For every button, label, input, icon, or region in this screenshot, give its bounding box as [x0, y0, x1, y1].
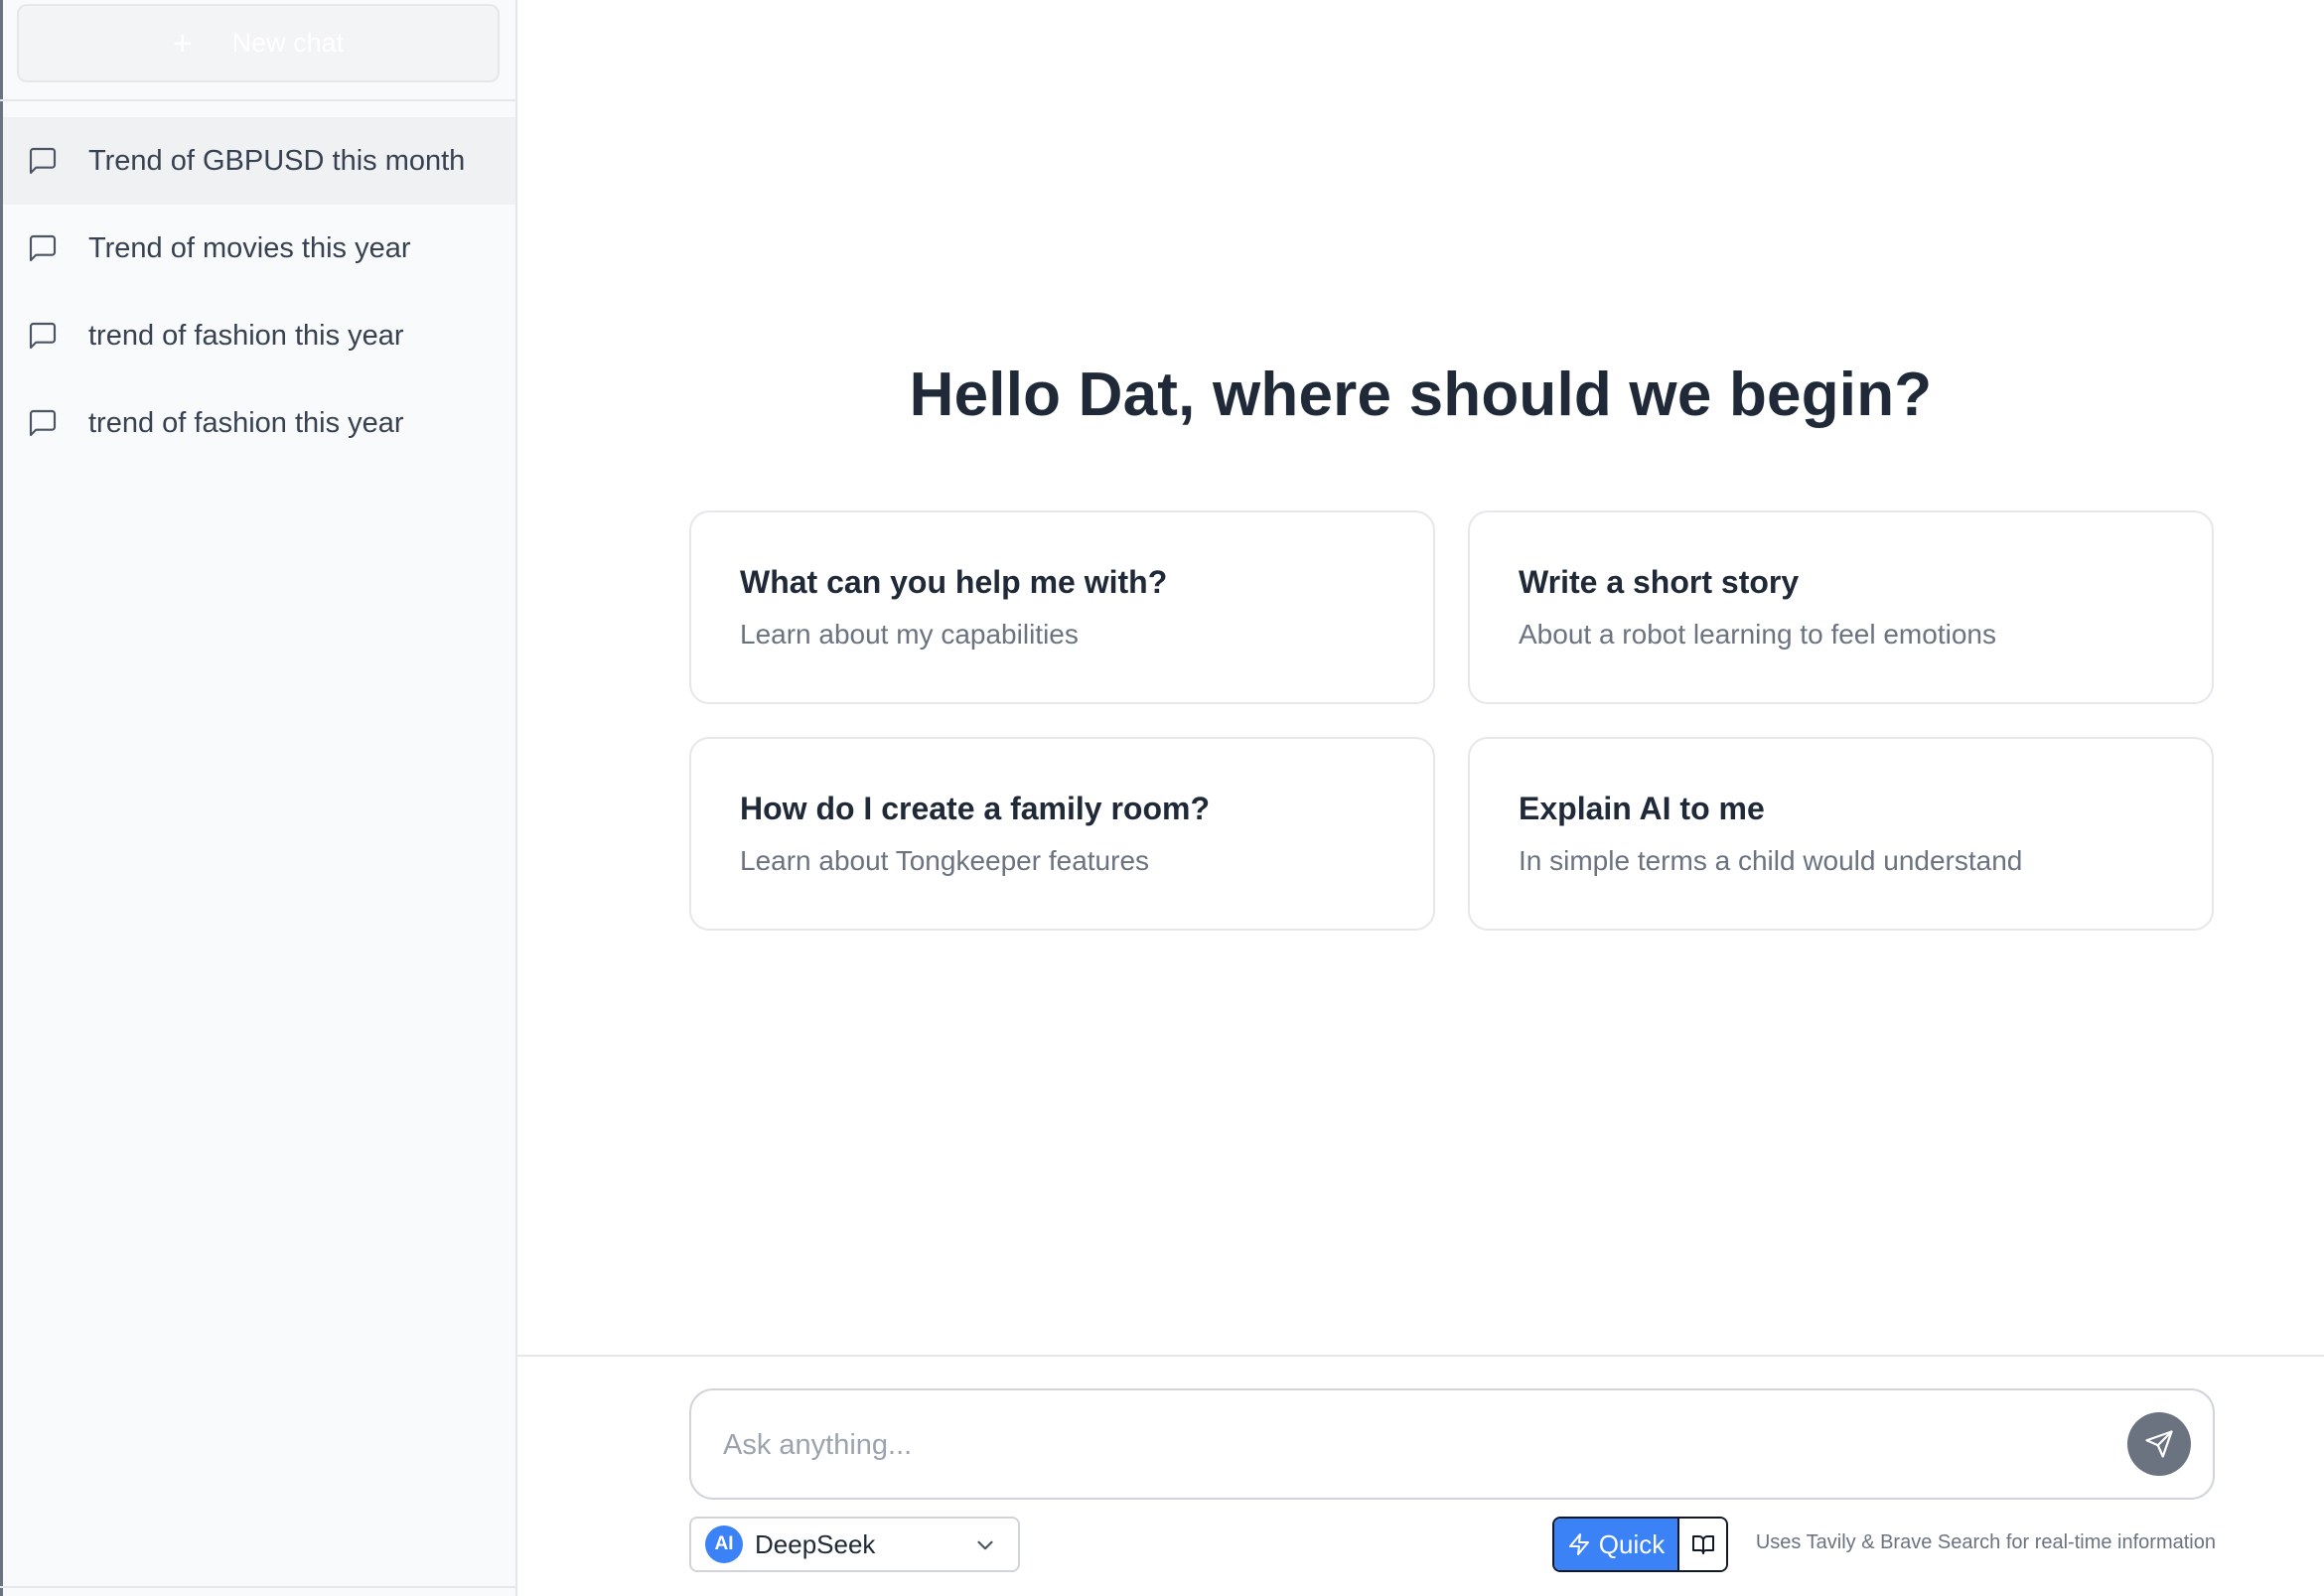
suggestion-subtitle: Learn about my capabilities [740, 619, 1079, 650]
quick-mode-label: Quick [1598, 1528, 1666, 1559]
message-square-icon [27, 407, 59, 439]
sidebar-divider [0, 99, 515, 101]
chat-history-item[interactable]: trend of fashion this year [3, 379, 515, 467]
suggestion-subtitle: About a robot learning to feel emotions [1519, 619, 1996, 650]
chat-history-item[interactable]: Trend of GBPUSD this month [3, 117, 515, 205]
greeting-heading: Hello Dat, where should we begin? [909, 361, 1933, 429]
chat-history-item[interactable]: Trend of movies this year [3, 205, 515, 292]
message-square-icon [27, 145, 59, 177]
composer-box [689, 1388, 2215, 1500]
suggestion-card[interactable]: Write a short story About a robot learni… [1468, 510, 2214, 704]
suggestion-card[interactable]: What can you help me with? Learn about m… [689, 510, 1435, 704]
suggestion-card[interactable]: Explain AI to me In simple terms a child… [1468, 737, 2214, 931]
chat-history-label: Trend of movies this year [88, 231, 411, 264]
search-provider-note: Uses Tavily & Brave Search for real-time… [1755, 1531, 2216, 1553]
quick-mode-button[interactable]: Quick [1554, 1519, 1679, 1570]
chat-history-label: trend of fashion this year [88, 406, 404, 439]
chat-history-item[interactable]: trend of fashion this year [3, 292, 515, 379]
mode-toggle-group: Quick [1552, 1517, 1728, 1572]
main-panel: Hello Dat, where should we begin? What c… [517, 0, 2324, 1596]
new-chat-button[interactable]: + New chat [17, 4, 500, 82]
sidebar-bottom-divider [0, 1586, 515, 1588]
composer-divider [517, 1355, 2324, 1357]
suggestion-title: How do I create a family room? [740, 791, 1210, 826]
research-mode-button[interactable] [1679, 1519, 1726, 1570]
model-select[interactable]: AI DeepSeek [689, 1517, 1020, 1572]
suggestion-title: Write a short story [1519, 564, 1800, 600]
model-badge: AI [705, 1525, 743, 1563]
suggestion-card[interactable]: How do I create a family room? Learn abo… [689, 737, 1435, 931]
message-square-icon [27, 232, 59, 264]
chat-history-label: Trend of GBPUSD this month [88, 144, 466, 177]
lightning-icon [1567, 1532, 1591, 1556]
suggestion-title: What can you help me with? [740, 564, 1168, 600]
book-open-icon [1691, 1532, 1715, 1556]
message-square-icon [27, 320, 59, 352]
chevron-down-icon [972, 1532, 998, 1558]
model-name: DeepSeek [755, 1528, 876, 1559]
suggestion-title: Explain AI to me [1519, 791, 1765, 826]
send-button[interactable] [2127, 1412, 2191, 1476]
sidebar: + New chat Trend of GBPUSD this month Tr… [0, 0, 517, 1596]
plus-icon: + [172, 24, 193, 63]
send-icon [2144, 1429, 2174, 1459]
new-chat-label: New chat [231, 28, 345, 58]
message-input[interactable] [723, 1420, 2094, 1470]
suggestion-subtitle: In simple terms a child would understand [1519, 845, 2023, 876]
chat-history-list: Trend of GBPUSD this month Trend of movi… [3, 117, 515, 467]
chat-history-label: trend of fashion this year [88, 319, 404, 352]
suggestion-subtitle: Learn about Tongkeeper features [740, 845, 1150, 876]
